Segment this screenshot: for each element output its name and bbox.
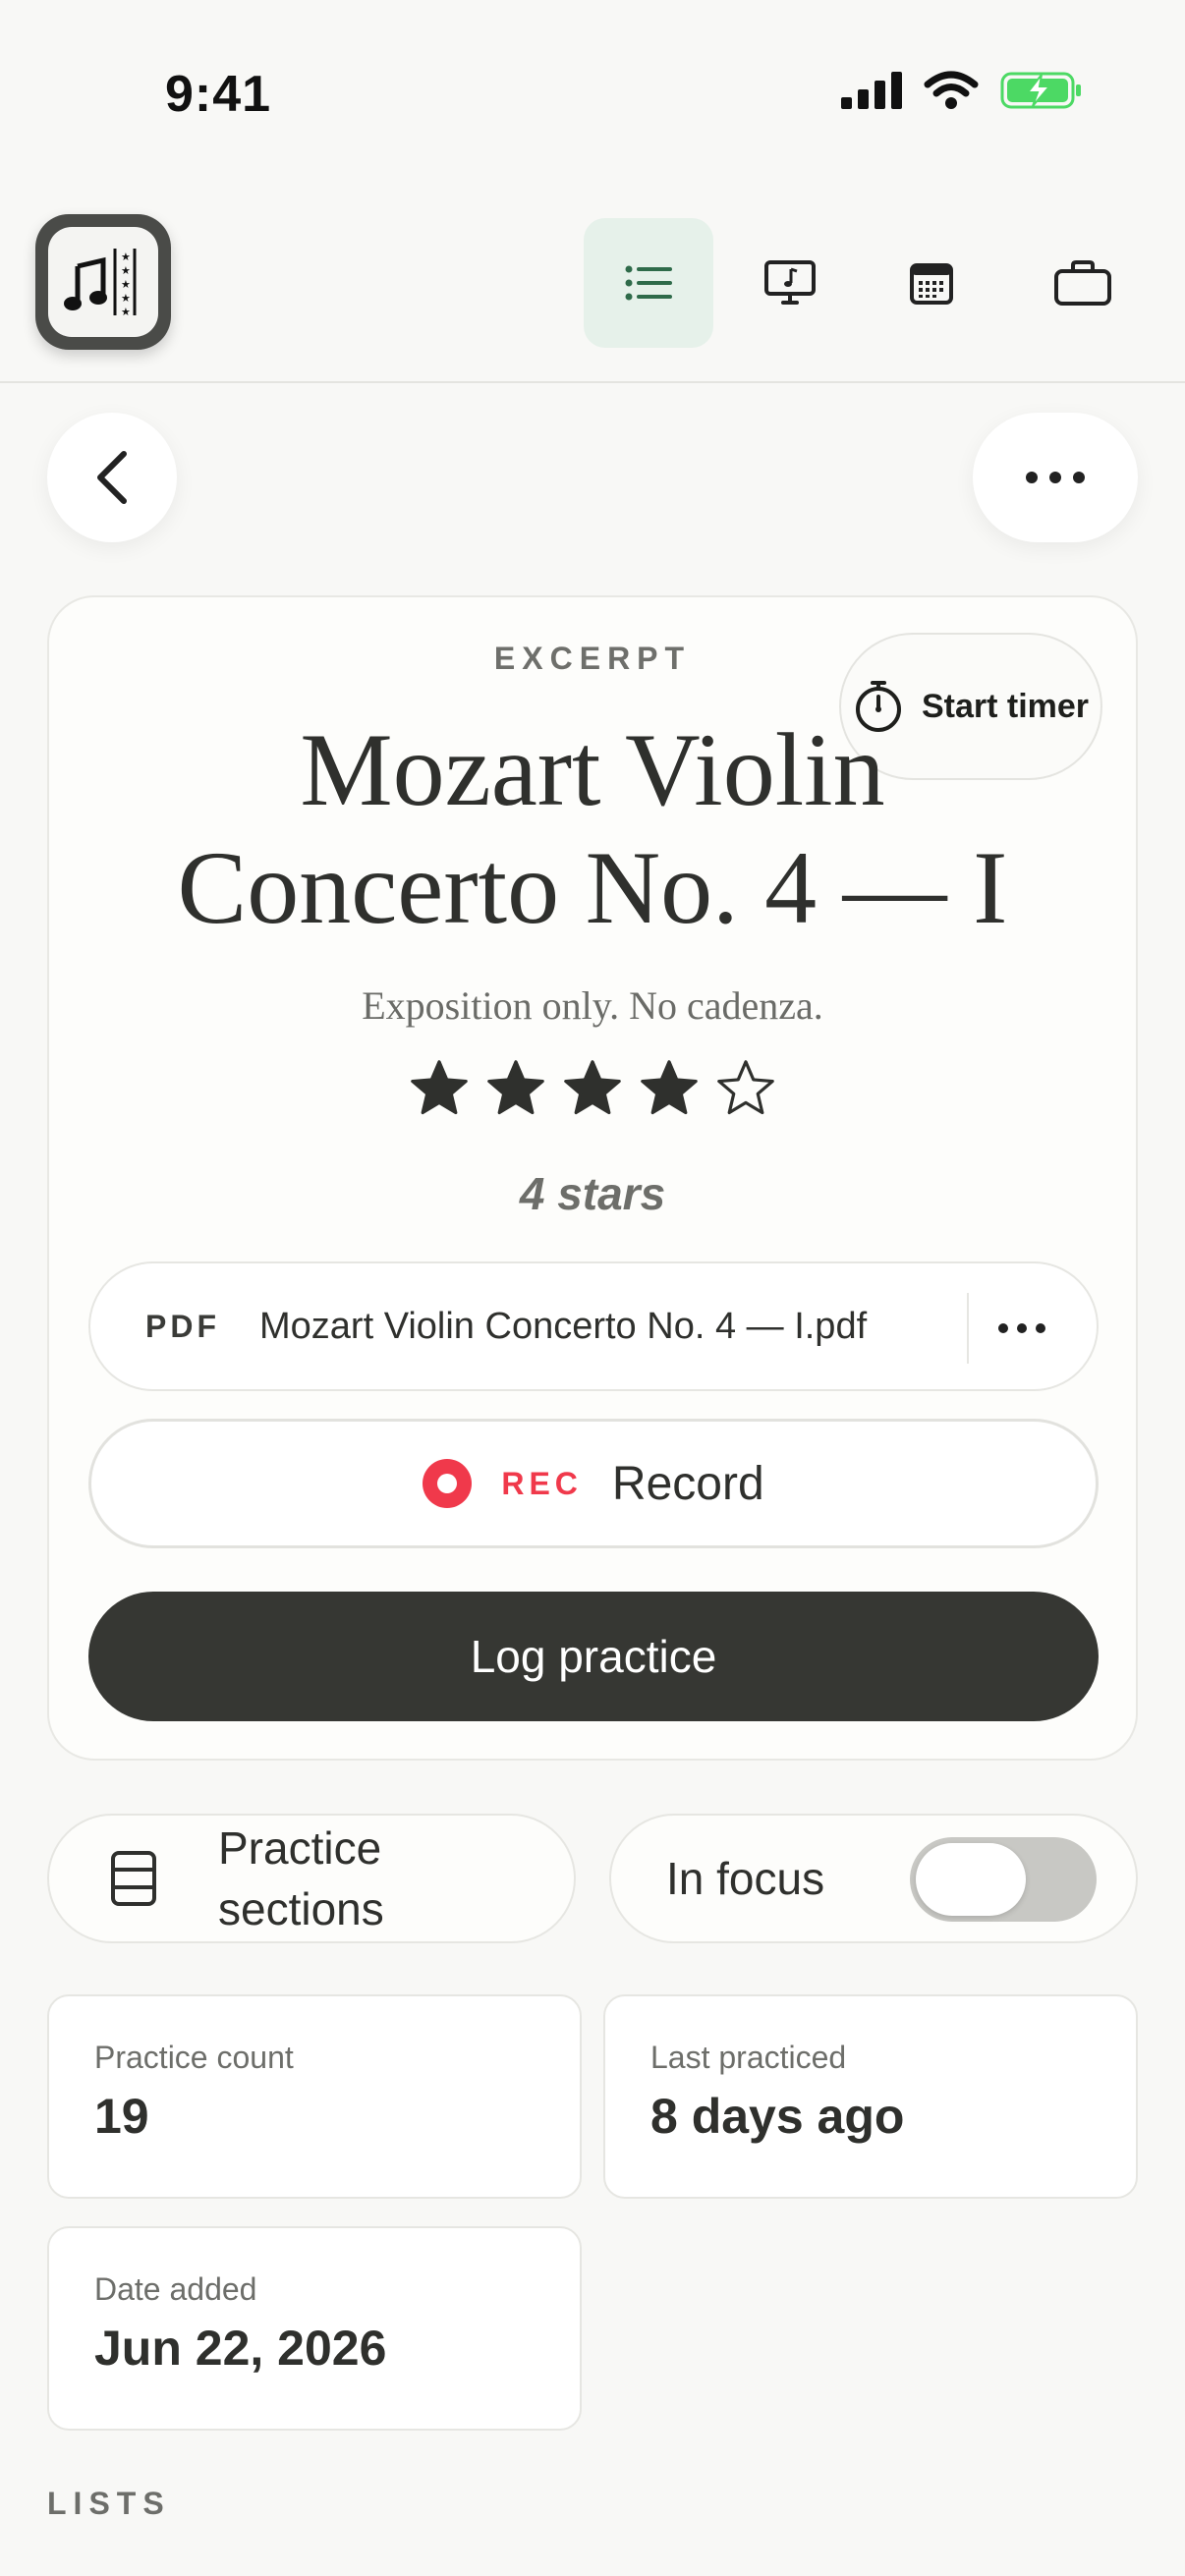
in-focus-label: In focus bbox=[666, 1853, 825, 1904]
record-tag: REC bbox=[501, 1465, 583, 1501]
app-icon-face: ★ ★ ★ ★ ★ bbox=[48, 227, 158, 337]
pdf-filename: Mozart Violin Concerto No. 4 — I.pdf bbox=[259, 1305, 868, 1347]
last-practiced-card: Last practiced 8 days ago bbox=[603, 1994, 1138, 2199]
cellular-signal-icon bbox=[841, 72, 902, 109]
practice-count-label: Practice count bbox=[94, 2040, 294, 2075]
svg-text:★: ★ bbox=[121, 251, 131, 263]
ellipsis-icon bbox=[998, 1323, 1045, 1333]
list-icon bbox=[625, 265, 672, 301]
practice-count-card: Practice count 19 bbox=[47, 1994, 582, 2199]
monitor-music-icon bbox=[764, 260, 816, 305]
in-focus-toggle[interactable] bbox=[910, 1837, 1097, 1922]
tab-list[interactable] bbox=[584, 218, 713, 348]
star-filled-icon[interactable] bbox=[484, 1057, 547, 1120]
divider bbox=[967, 1293, 969, 1364]
rating-text: 4 stars bbox=[519, 1168, 666, 1219]
record-label: Record bbox=[611, 1457, 764, 1510]
calendar-icon bbox=[910, 263, 953, 305]
tab-performance[interactable] bbox=[725, 218, 855, 348]
ellipsis-icon bbox=[1026, 472, 1085, 483]
record-button[interactable]: REC Record bbox=[88, 1419, 1099, 1548]
lists-section-heading: LISTS bbox=[47, 2486, 171, 2521]
status-icons bbox=[841, 71, 1083, 110]
music-note-icon: ★ ★ ★ ★ ★ bbox=[64, 249, 137, 318]
svg-text:★: ★ bbox=[121, 264, 131, 277]
tab-calendar[interactable] bbox=[867, 218, 996, 348]
star-filled-icon[interactable] bbox=[638, 1057, 701, 1120]
attachment-more-button[interactable] bbox=[981, 1287, 1063, 1370]
chevron-left-icon bbox=[97, 451, 127, 504]
status-bar: 9:41 bbox=[0, 0, 1185, 196]
practice-count-value: 19 bbox=[94, 2089, 149, 2144]
star-rating[interactable] bbox=[49, 1057, 1136, 1120]
status-time: 9:41 bbox=[165, 66, 272, 123]
last-practiced-label: Last practiced bbox=[650, 2040, 847, 2075]
star-filled-icon[interactable] bbox=[561, 1057, 624, 1120]
star-filled-icon[interactable] bbox=[408, 1057, 471, 1120]
wifi-icon bbox=[924, 71, 979, 109]
pdf-attachment[interactable]: PDF Mozart Violin Concerto No. 4 — I.pdf bbox=[88, 1261, 1099, 1391]
last-practiced-value: 8 days ago bbox=[650, 2089, 905, 2144]
record-icon bbox=[423, 1459, 473, 1508]
briefcase-icon bbox=[1054, 260, 1111, 306]
tab-briefcase[interactable] bbox=[1018, 218, 1148, 348]
log-practice-label: Log practice bbox=[470, 1631, 717, 1682]
date-added-card: Date added Jun 22, 2026 bbox=[47, 2226, 582, 2431]
svg-text:★: ★ bbox=[121, 306, 131, 318]
practice-sections-button[interactable]: Practice sections bbox=[47, 1814, 576, 1943]
toggle-knob bbox=[916, 1843, 1026, 1916]
item-detail-card: EXCERPT Start timer Mozart Violin Concer… bbox=[47, 595, 1138, 1761]
date-added-value: Jun 22, 2026 bbox=[94, 2321, 387, 2376]
more-options-button[interactable] bbox=[973, 413, 1138, 542]
date-added-label: Date added bbox=[94, 2271, 257, 2307]
practice-sections-label: Practice sections bbox=[218, 1822, 384, 1934]
item-title: Mozart Violin Concerto No. 4 — I bbox=[177, 712, 1008, 945]
in-focus-row: In focus bbox=[609, 1814, 1138, 1943]
svg-text:★: ★ bbox=[121, 278, 131, 291]
back-button[interactable] bbox=[47, 413, 177, 542]
app-icon[interactable]: ★ ★ ★ ★ ★ bbox=[35, 214, 171, 350]
star-empty-icon[interactable] bbox=[714, 1057, 777, 1120]
svg-text:★: ★ bbox=[121, 292, 131, 305]
sections-icon bbox=[111, 1851, 156, 1906]
pdf-type-label: PDF bbox=[145, 1308, 220, 1344]
battery-charging-icon bbox=[1000, 72, 1081, 109]
item-note: Exposition only. No cadenza. bbox=[362, 983, 823, 1028]
log-practice-button[interactable]: Log practice bbox=[88, 1592, 1099, 1721]
top-navigation: ★ ★ ★ ★ ★ bbox=[0, 206, 1185, 383]
